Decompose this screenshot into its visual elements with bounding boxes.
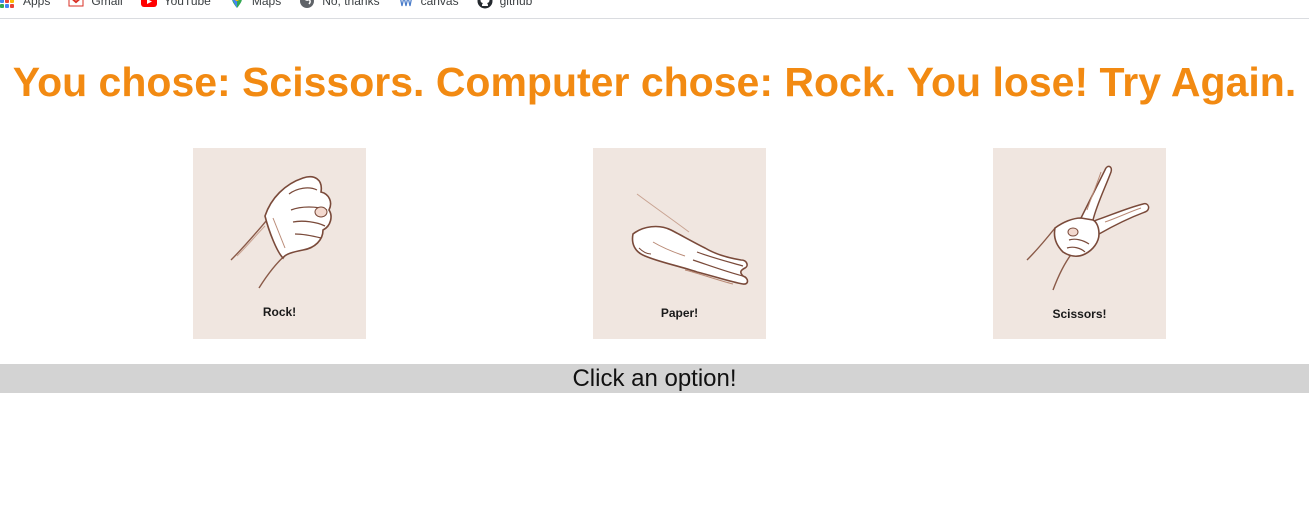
gmail-icon [68,0,84,9]
github-icon [477,0,493,9]
scissors-choice-button[interactable]: Scissors! [993,148,1166,339]
bookmark-label: Gmail [91,0,123,8]
bookmark-label: YouTube [163,0,211,8]
bookmark-maps[interactable]: Maps [229,0,281,9]
scissors-label: Scissors! [1052,307,1107,321]
result-heading: You chose: Scissors. Computer chose: Roc… [12,59,1297,105]
bookmark-gmail[interactable]: Gmail [68,0,123,9]
rock-label: Rock! [262,305,297,319]
apps-grid-icon [0,0,16,9]
bookmark-no-thanks[interactable]: No, thanks [299,0,380,9]
youtube-icon [140,0,157,9]
canvas-icon [398,0,414,9]
bookmark-label: Maps [251,0,282,8]
paper-label: Paper! [660,306,699,320]
bookmark-apps[interactable]: Apps [0,0,50,9]
bookmark-youtube[interactable]: YouTube [140,0,211,9]
bookmark-label: github [499,0,533,8]
paper-choice-button[interactable]: Paper! [593,148,766,339]
bookmark-label: No, thanks [322,0,380,8]
prompt-message: Click an option! [0,364,1309,393]
rock-choice-button[interactable]: Rock! [193,148,366,339]
bookmark-github[interactable]: github [477,0,533,9]
bookmark-label: canvas [420,0,459,8]
maps-pin-icon [229,0,245,9]
globe-icon [299,0,315,9]
bookmark-canvas[interactable]: canvas [398,0,459,9]
bookmarks-bar: Apps Gmail YouTube Maps No, thanks canva… [0,0,1309,19]
bookmark-label: Apps [23,0,51,8]
